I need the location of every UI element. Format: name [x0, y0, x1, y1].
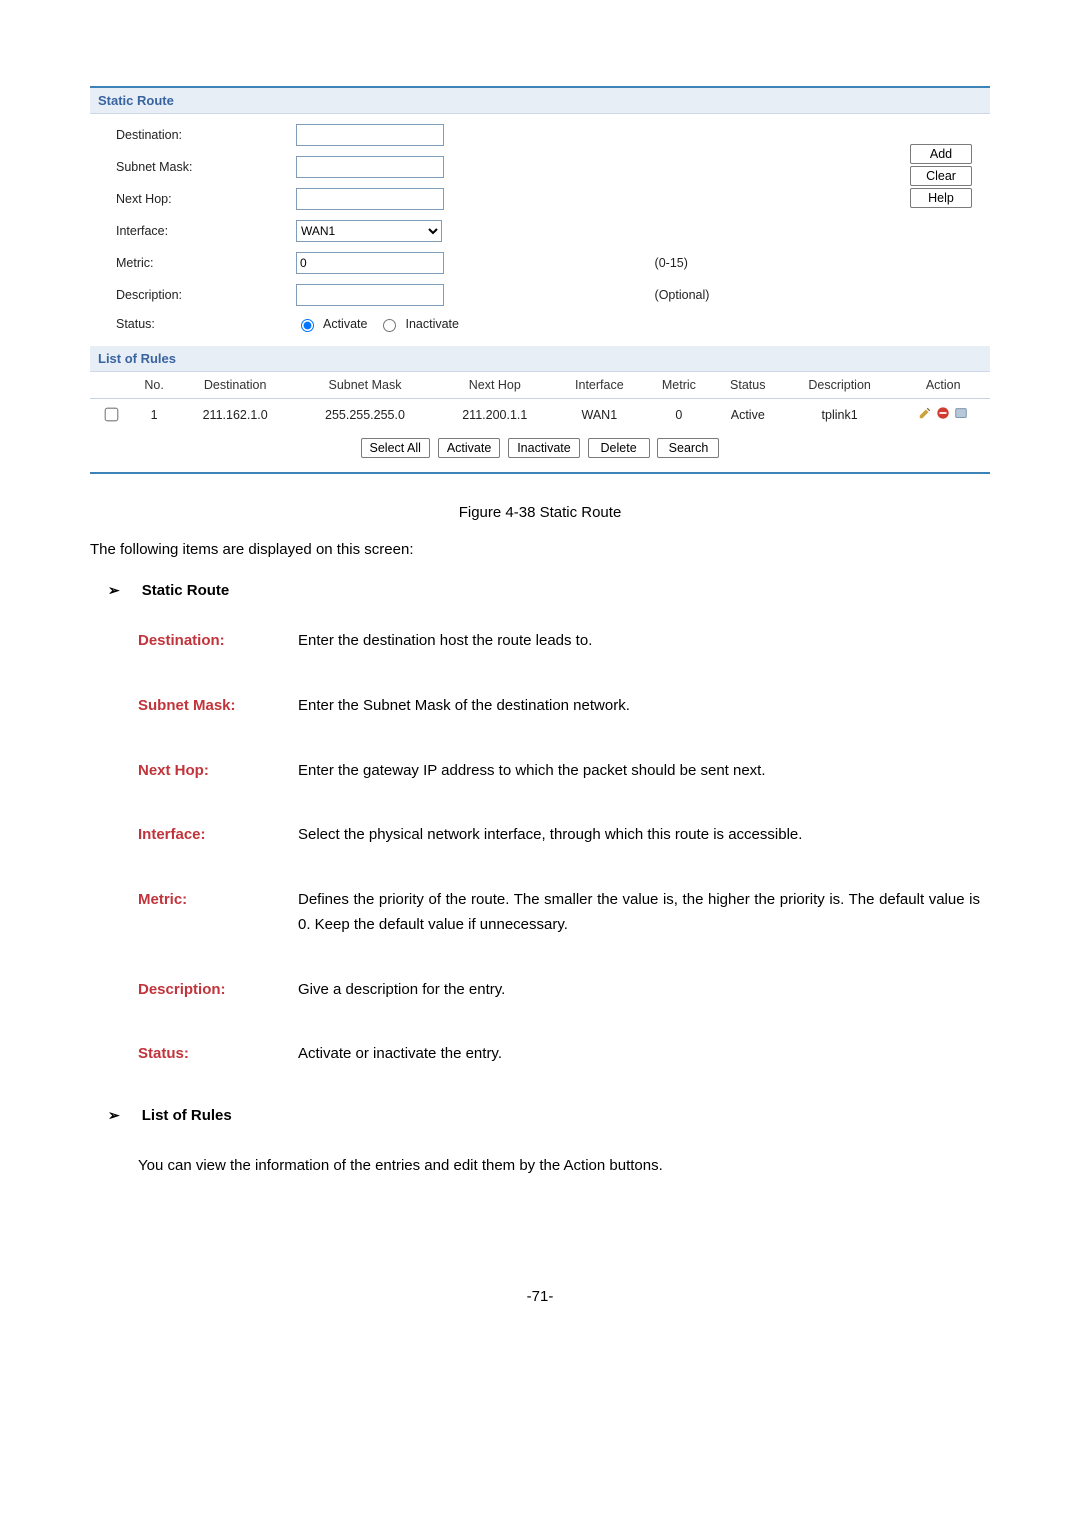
destination-input[interactable]	[296, 124, 444, 146]
metric-hint: (0-15)	[655, 256, 910, 270]
interface-select[interactable]: WAN1	[296, 220, 442, 242]
cell-next-hop: 211.200.1.1	[436, 399, 554, 431]
description-input[interactable]	[296, 284, 444, 306]
label-metric: Metric:	[116, 256, 286, 270]
edit-icon[interactable]	[918, 406, 932, 420]
section-header-rules: List of Rules	[90, 346, 990, 372]
clear-button[interactable]: Clear	[910, 166, 972, 186]
description-hint: (Optional)	[655, 288, 910, 302]
rules-body-text: You can view the information of the entr…	[138, 1154, 990, 1178]
static-route-panel: Static Route Destination: Subnet Mask: N…	[90, 86, 990, 474]
field-desc: Select the physical network interface, t…	[298, 823, 980, 848]
col-no: No.	[132, 372, 176, 399]
section-header-static-route: Static Route	[90, 88, 990, 114]
col-next-hop: Next Hop	[436, 372, 554, 399]
field-label: Interface:	[138, 823, 298, 848]
col-action: Action	[896, 372, 990, 399]
cell-status: Active	[713, 399, 783, 431]
arrow-icon: ➢	[108, 1107, 120, 1124]
field-desc: Give a description for the entry.	[298, 978, 980, 1003]
figure-caption: Figure 4-38 Static Route	[90, 504, 990, 521]
field-label: Metric:	[138, 888, 298, 938]
field-definitions: Destination:Enter the destination host t…	[138, 629, 980, 1067]
delete-button[interactable]: Delete	[588, 438, 650, 458]
label-subnet-mask: Subnet Mask:	[116, 160, 286, 174]
status-activate-radio[interactable]	[301, 319, 314, 332]
cell-subnet-mask: 255.255.255.0	[294, 399, 436, 431]
field-label: Description:	[138, 978, 298, 1003]
label-destination: Destination:	[116, 128, 286, 142]
subnet-mask-input[interactable]	[296, 156, 444, 178]
add-button[interactable]: Add	[910, 144, 972, 164]
activate-button[interactable]: Activate	[438, 438, 500, 458]
form-zone: Destination: Subnet Mask: Next Hop: Inte…	[90, 114, 990, 346]
intro-text: The following items are displayed on thi…	[90, 541, 990, 558]
label-interface: Interface:	[116, 224, 286, 238]
page-number: -71-	[90, 1288, 990, 1305]
status-activate-label: Activate	[323, 317, 367, 331]
col-destination: Destination	[176, 372, 294, 399]
col-description: Description	[783, 372, 897, 399]
metric-input[interactable]	[296, 252, 444, 274]
cell-description: tplink1	[783, 399, 897, 431]
cell-no: 1	[132, 399, 176, 431]
field-label: Subnet Mask:	[138, 694, 298, 719]
cell-destination: 211.162.1.0	[176, 399, 294, 431]
rules-table: No. Destination Subnet Mask Next Hop Int…	[90, 372, 990, 430]
label-description: Description:	[116, 288, 286, 302]
select-all-button[interactable]: Select All	[361, 438, 430, 458]
search-button[interactable]: Search	[657, 438, 719, 458]
status-inactivate-label: Inactivate	[405, 317, 459, 331]
cell-interface: WAN1	[554, 399, 645, 431]
col-interface: Interface	[554, 372, 645, 399]
section-title: Static Route	[142, 582, 230, 599]
arrow-icon: ➢	[108, 582, 120, 599]
field-desc: Enter the destination host the route lea…	[298, 629, 980, 654]
field-desc: Enter the Subnet Mask of the destination…	[298, 694, 980, 719]
field-desc: Enter the gateway IP address to which th…	[298, 759, 980, 784]
section-pointer-rules: ➢ List of Rules	[108, 1107, 990, 1124]
status-inactivate-radio[interactable]	[383, 319, 396, 332]
cell-metric: 0	[645, 399, 713, 431]
row-checkbox[interactable]	[105, 408, 119, 422]
help-button[interactable]: Help	[910, 188, 972, 208]
delete-icon[interactable]	[936, 406, 950, 420]
col-subnet-mask: Subnet Mask	[294, 372, 436, 399]
field-desc: Activate or inactivate the entry.	[298, 1042, 980, 1067]
col-status: Status	[713, 372, 783, 399]
section-title: List of Rules	[142, 1107, 232, 1124]
field-label: Status:	[138, 1042, 298, 1067]
detail-icon[interactable]	[954, 406, 968, 420]
label-next-hop: Next Hop:	[116, 192, 286, 206]
inactivate-button[interactable]: Inactivate	[508, 438, 580, 458]
field-desc: Defines the priority of the route. The s…	[298, 888, 980, 938]
next-hop-input[interactable]	[296, 188, 444, 210]
field-label: Next Hop:	[138, 759, 298, 784]
table-button-row: Select All Activate Inactivate Delete Se…	[90, 430, 990, 472]
col-metric: Metric	[645, 372, 713, 399]
label-status: Status:	[116, 317, 286, 331]
field-label: Destination:	[138, 629, 298, 654]
section-pointer-static-route: ➢ Static Route	[108, 582, 990, 599]
table-row: 1 211.162.1.0 255.255.255.0 211.200.1.1 …	[90, 399, 990, 431]
